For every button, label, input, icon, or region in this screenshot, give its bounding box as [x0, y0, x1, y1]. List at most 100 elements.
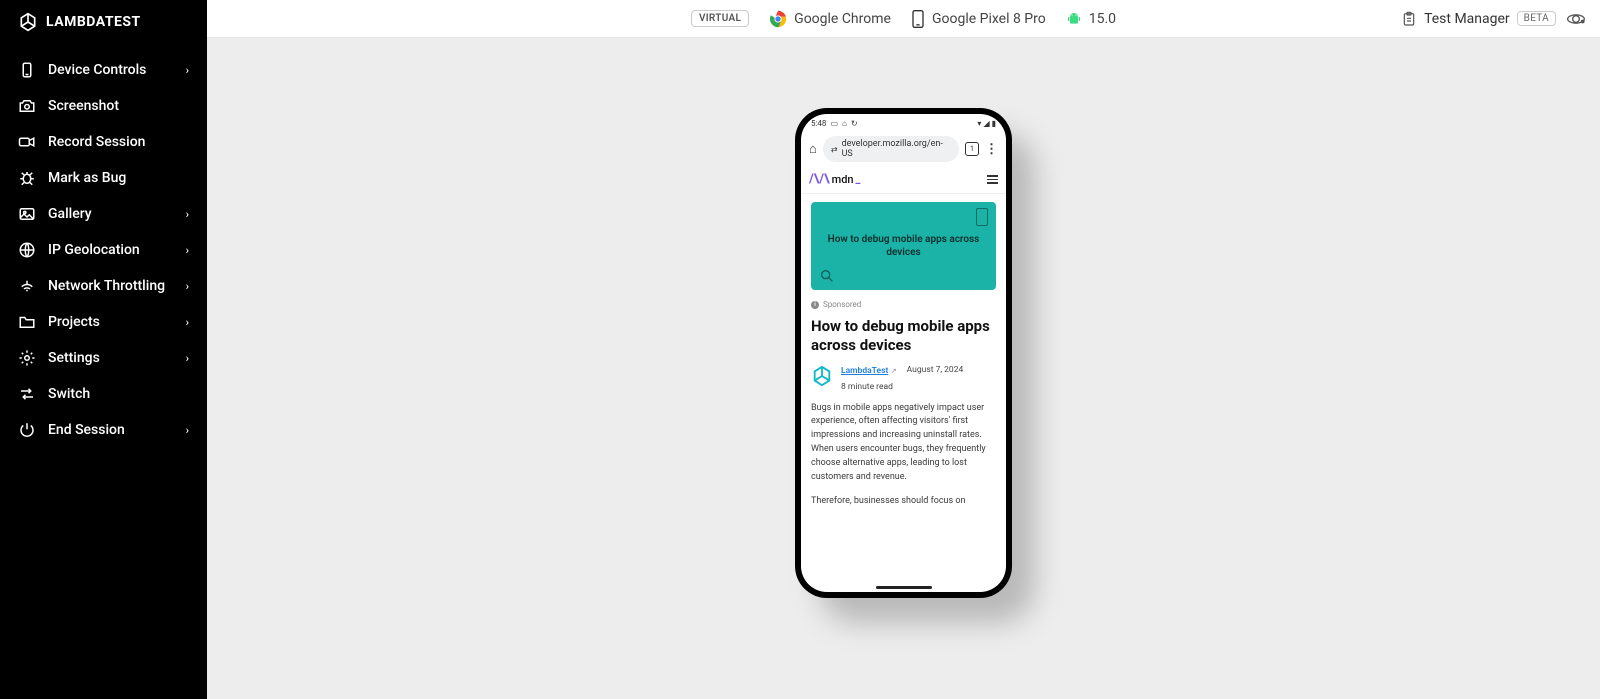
- device-selector[interactable]: Google Pixel 8 Pro: [911, 9, 1046, 29]
- topbar-center: VIRTUAL Google Chrome Google Pixel 8 Pro…: [691, 9, 1116, 29]
- android-icon: [1066, 10, 1082, 28]
- main-area: VIRTUAL Google Chrome Google Pixel 8 Pro…: [207, 0, 1600, 699]
- device-frame: 5:48 ▭ ⌂ ↻ ▾ ◢ ▮ ⌂: [795, 108, 1012, 598]
- chevron-right-icon: ›: [186, 208, 189, 221]
- article-body-p2: Therefore, businesses should focus on: [811, 495, 996, 509]
- test-manager-label: Test Manager: [1424, 11, 1510, 27]
- orbit-icon[interactable]: [1566, 9, 1586, 29]
- os-version: 15.0: [1089, 11, 1116, 27]
- status-bar: 5:48 ▭ ⌂ ↻ ▾ ◢ ▮: [801, 114, 1006, 132]
- hero-title: How to debug mobile apps across devices: [819, 233, 988, 259]
- url-field[interactable]: ⇄ developer.mozilla.org/en-US: [823, 136, 959, 162]
- phone-icon: [911, 9, 925, 29]
- device-name: Google Pixel 8 Pro: [932, 11, 1046, 27]
- sidebar-item-screenshot[interactable]: Screenshot: [0, 88, 207, 124]
- article-body-p1: Bugs in mobile apps negatively impact us…: [811, 402, 996, 486]
- sidebar-item-end-session[interactable]: End Session ›: [0, 412, 207, 448]
- lambdatest-author-icon: [811, 365, 833, 387]
- sidebar-item-label: Switch: [48, 386, 189, 402]
- os-selector[interactable]: 15.0: [1066, 10, 1116, 28]
- virtual-badge: VIRTUAL: [691, 10, 749, 27]
- sidebar-item-label: End Session: [48, 422, 174, 438]
- sidebar-item-label: Projects: [48, 314, 174, 330]
- sidebar-nav: Device Controls › Screenshot Record Sess…: [0, 44, 207, 448]
- chevron-right-icon: ›: [186, 316, 189, 329]
- chevron-right-icon: ›: [186, 280, 189, 293]
- article-content: How to debug mobile apps across devices …: [801, 194, 1006, 592]
- browser-selector[interactable]: Google Chrome: [769, 10, 891, 28]
- test-manager-button[interactable]: Test Manager BETA: [1401, 11, 1556, 27]
- sidebar-item-record-session[interactable]: Record Session: [0, 124, 207, 160]
- site-header: /\/\ mdn _: [801, 166, 1006, 194]
- read-time: 8 minute read: [841, 382, 963, 392]
- chevron-right-icon: ›: [186, 352, 189, 365]
- browser-name: Google Chrome: [794, 11, 891, 27]
- brand-logo[interactable]: LAMBDATEST: [0, 0, 207, 44]
- folder-icon: [18, 313, 36, 331]
- camera-icon: [18, 97, 36, 115]
- status-time: 5:48: [811, 119, 826, 128]
- sidebar-item-projects[interactable]: Projects ›: [0, 304, 207, 340]
- article-date: August 7, 2024: [907, 365, 964, 375]
- chrome-icon: [769, 10, 787, 28]
- home-icon[interactable]: ⌂: [809, 141, 817, 157]
- hero-phone-icon: [976, 208, 988, 226]
- device-icon: [18, 61, 36, 79]
- brand-name: LAMBDATEST: [46, 14, 141, 30]
- sidebar: LAMBDATEST Device Controls › Screenshot …: [0, 0, 207, 699]
- chevron-right-icon: ›: [186, 64, 189, 77]
- switch-icon: [18, 385, 36, 403]
- bug-icon: [18, 169, 36, 187]
- sidebar-item-label: Screenshot: [48, 98, 189, 114]
- signal-icon: ◢: [983, 119, 989, 128]
- mdn-logo[interactable]: /\/\ mdn _: [809, 172, 860, 187]
- info-icon: i: [811, 301, 819, 309]
- sidebar-item-network-throttling[interactable]: Network Throttling ›: [0, 268, 207, 304]
- globe-icon: [18, 241, 36, 259]
- mdn-text: mdn: [832, 173, 854, 186]
- status-stack-icon: ⌂: [842, 119, 847, 128]
- topbar-right: Test Manager BETA: [1401, 9, 1586, 29]
- sidebar-item-switch[interactable]: Switch: [0, 376, 207, 412]
- record-icon: [18, 133, 36, 151]
- status-sync-icon: ↻: [851, 119, 858, 128]
- device-screen[interactable]: 5:48 ▭ ⌂ ↻ ▾ ◢ ▮ ⌂: [801, 114, 1006, 592]
- mdn-cursor: _: [856, 173, 861, 186]
- sidebar-item-label: Settings: [48, 350, 174, 366]
- topbar: VIRTUAL Google Chrome Google Pixel 8 Pro…: [207, 0, 1600, 38]
- chevron-right-icon: ›: [186, 424, 189, 437]
- status-notif-icon: ▭: [830, 119, 838, 128]
- browser-address-bar: ⌂ ⇄ developer.mozilla.org/en-US 1 ⋮: [801, 132, 1006, 166]
- sidebar-item-ip-geolocation[interactable]: IP Geolocation ›: [0, 232, 207, 268]
- sponsored-label: i Sponsored: [811, 300, 996, 309]
- power-icon: [18, 421, 36, 439]
- sidebar-item-label: Mark as Bug: [48, 170, 189, 186]
- gallery-icon: [18, 205, 36, 223]
- gear-icon: [18, 349, 36, 367]
- sidebar-item-device-controls[interactable]: Device Controls ›: [0, 52, 207, 88]
- battery-icon: ▮: [992, 119, 996, 128]
- device-canvas: 5:48 ▭ ⌂ ↻ ▾ ◢ ▮ ⌂: [207, 38, 1600, 699]
- external-link-icon: ↗: [891, 367, 897, 375]
- sidebar-item-mark-as-bug[interactable]: Mark as Bug: [0, 160, 207, 196]
- device-wrap: 5:48 ▭ ⌂ ↻ ▾ ◢ ▮ ⌂: [795, 108, 1012, 598]
- sidebar-item-label: Network Throttling: [48, 278, 174, 294]
- hero-banner[interactable]: How to debug mobile apps across devices: [811, 202, 996, 290]
- tabs-button[interactable]: 1: [965, 142, 979, 156]
- sidebar-item-label: IP Geolocation: [48, 242, 174, 258]
- sidebar-item-label: Device Controls: [48, 62, 174, 78]
- clipboard-icon: [1401, 11, 1417, 27]
- magnifier-icon: [819, 268, 835, 284]
- sidebar-item-settings[interactable]: Settings ›: [0, 340, 207, 376]
- sidebar-item-gallery[interactable]: Gallery ›: [0, 196, 207, 232]
- signal-icon: [18, 277, 36, 295]
- sidebar-item-label: Record Session: [48, 134, 189, 150]
- sidebar-item-label: Gallery: [48, 206, 174, 222]
- author-link[interactable]: LambdaTest: [841, 366, 888, 376]
- hamburger-icon[interactable]: [987, 175, 998, 184]
- article-title: How to debug mobile apps across devices: [811, 317, 996, 355]
- kebab-menu-icon[interactable]: ⋮: [985, 142, 998, 157]
- gesture-handle[interactable]: [876, 586, 932, 589]
- lambdatest-logo-icon: [18, 12, 38, 32]
- wifi-icon: ▾: [977, 119, 981, 128]
